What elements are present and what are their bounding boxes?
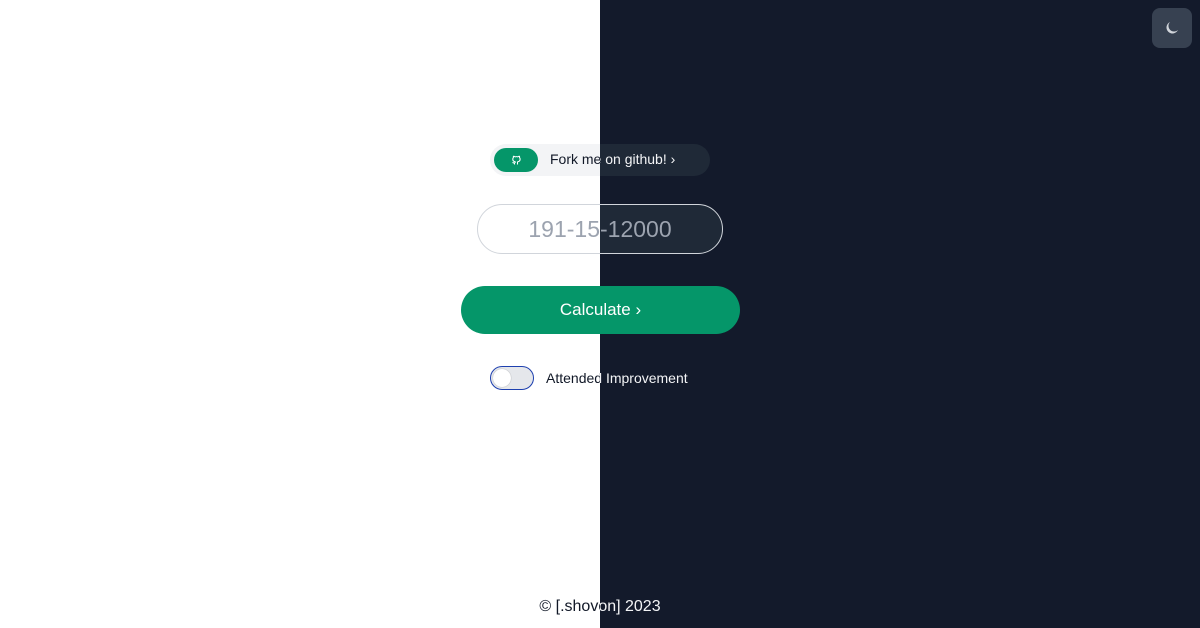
github-fork-link[interactable]: Fork me on github! › — [490, 144, 600, 176]
footer-copyright: © [.shovon] 2023 — [600, 598, 661, 615]
calculate-button[interactable]: Calculate › — [600, 286, 740, 334]
dark-content: Fork me on github! › Calculate › Attende… — [600, 0, 1200, 628]
toggle-knob — [493, 369, 511, 387]
light-mode-half: Fork me on github! › Calculate › Attende… — [0, 0, 600, 628]
theme-toggle-button[interactable] — [1152, 8, 1192, 48]
github-fork-link[interactable]: Fork me on github! › — [600, 144, 710, 176]
moon-icon — [1166, 22, 1178, 34]
dark-mode-half: Fork me on github! › Calculate › Attende… — [600, 0, 1200, 628]
student-id-field[interactable] — [600, 204, 723, 254]
github-link-label: Fork me on github! › — [550, 151, 600, 167]
toggle-label: Attended Improvement — [546, 370, 600, 386]
github-badge — [494, 148, 538, 172]
calculate-button[interactable]: Calculate › — [461, 286, 600, 334]
attended-improvement-toggle[interactable] — [490, 366, 534, 390]
toggle-label: Attended Improvement — [600, 370, 688, 386]
github-link-label: Fork me on github! › — [600, 151, 676, 167]
footer-copyright: © [.shovon] 2023 — [539, 598, 600, 615]
student-id-field[interactable] — [477, 204, 600, 254]
student-id-input[interactable] — [600, 215, 700, 243]
github-icon — [512, 155, 521, 165]
student-id-input[interactable] — [500, 215, 600, 243]
light-content: Fork me on github! › Calculate › Attende… — [0, 0, 600, 628]
